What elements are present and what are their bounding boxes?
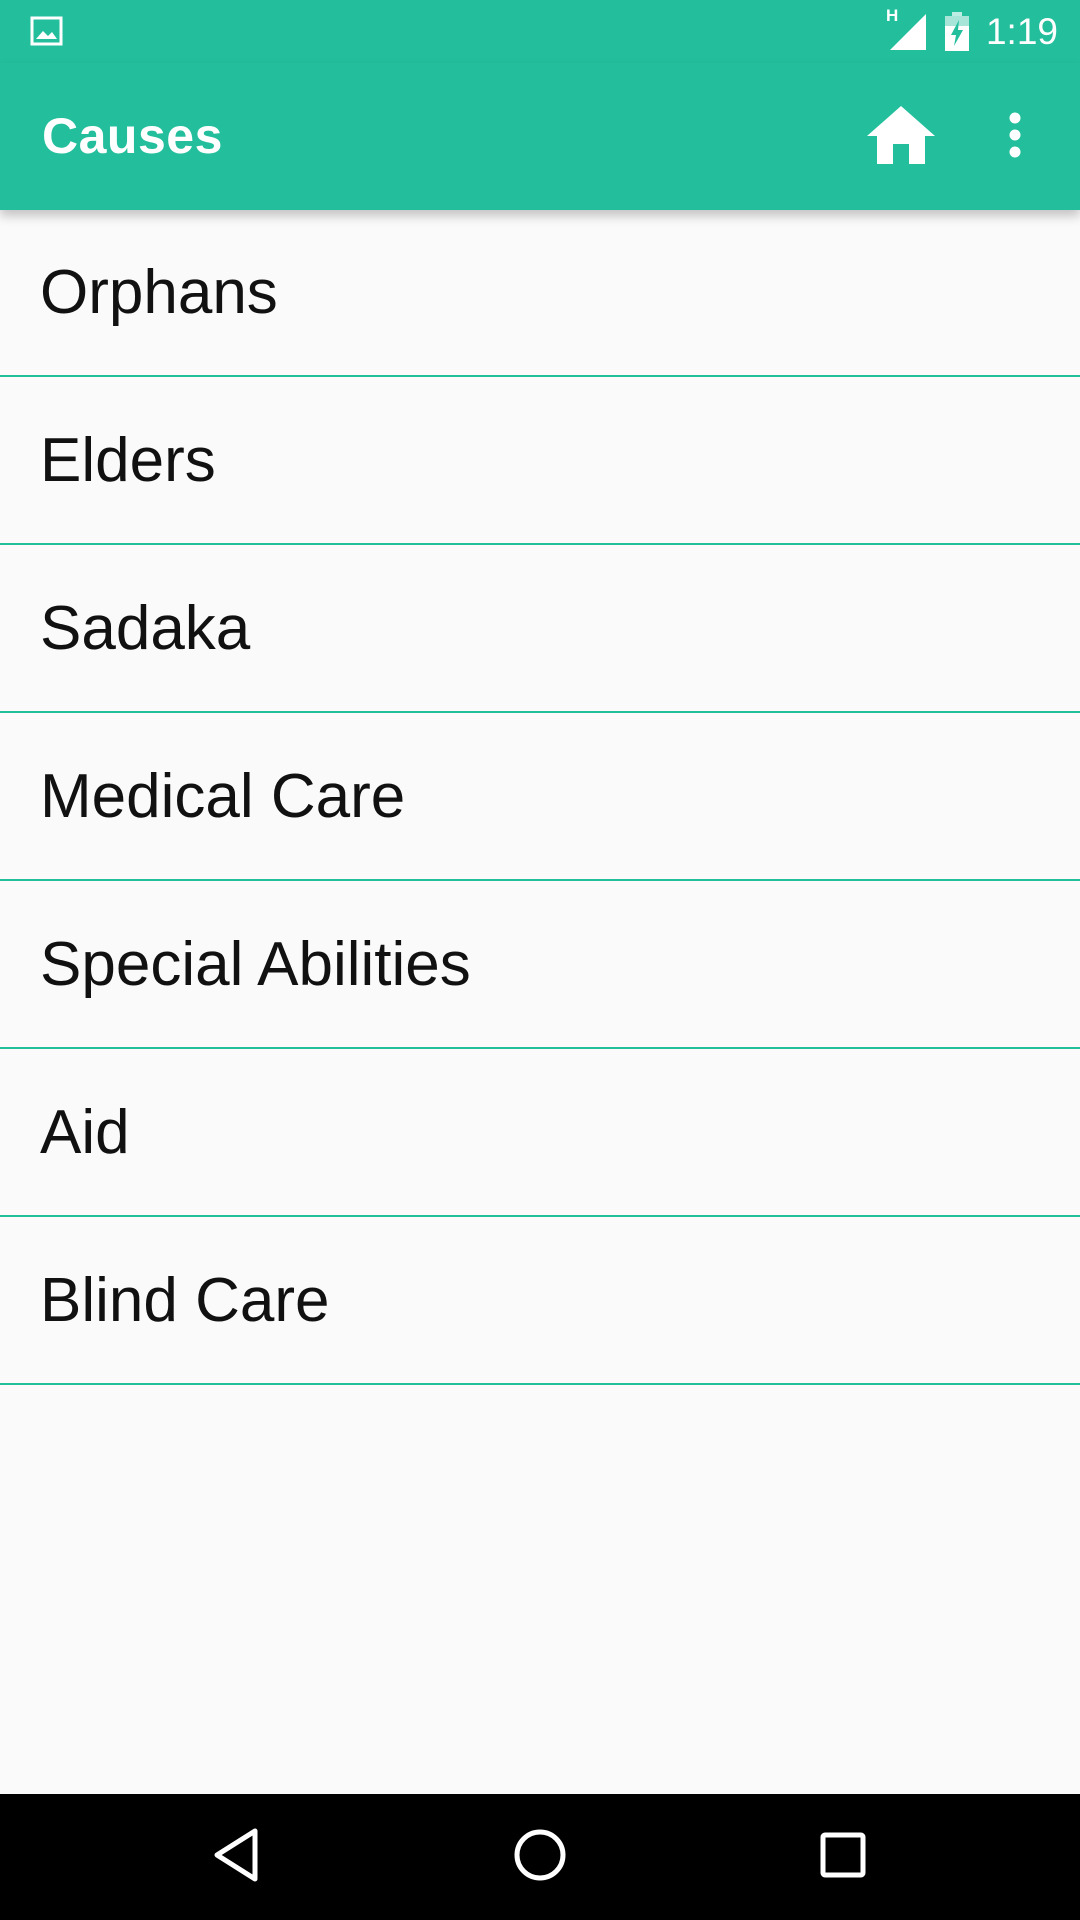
list-item-aid[interactable]: Aid [0, 1049, 1080, 1217]
image-notification-icon [30, 16, 63, 46]
recents-button[interactable] [793, 1812, 893, 1902]
battery-charging-icon [944, 12, 970, 52]
list-item-special-abilities[interactable]: Special Abilities [0, 881, 1080, 1049]
home-icon [865, 104, 937, 171]
recents-icon [820, 1832, 866, 1883]
list-item-label: Elders [40, 425, 216, 495]
causes-list: Orphans Elders Sadaka Medical Care Speci… [0, 210, 1080, 1385]
signal-icon: H [886, 6, 928, 52]
status-icons: H 1:19 [886, 6, 1058, 56]
system-navigation-bar [0, 1794, 1080, 1920]
page-title: Causes [42, 108, 223, 164]
back-icon [213, 1828, 259, 1887]
overflow-menu-button[interactable] [985, 97, 1045, 177]
list-item-label: Orphans [40, 258, 278, 327]
clock-time: 1:19 [985, 11, 1058, 52]
home-button[interactable] [855, 97, 947, 177]
list-item-label: Aid [40, 1097, 130, 1167]
list-item-blind-care[interactable]: Blind Care [0, 1217, 1080, 1385]
list-item-elders[interactable]: Elders [0, 377, 1080, 545]
list-item-sadaka[interactable]: Sadaka [0, 545, 1080, 713]
list-item-medical-care[interactable]: Medical Care [0, 713, 1080, 881]
home-circle-icon [513, 1828, 567, 1887]
status-bar: H 1:19 [0, 0, 1080, 63]
home-nav-button[interactable] [490, 1812, 590, 1902]
list-item-label: Medical Care [40, 761, 406, 831]
overflow-menu-icon [1008, 112, 1022, 163]
list-item-orphans[interactable]: Orphans [0, 210, 1080, 377]
list-item-label: Special Abilities [40, 929, 471, 999]
list-item-label: Sadaka [40, 593, 251, 663]
app-bar: Causes [0, 63, 1080, 210]
back-button[interactable] [186, 1812, 286, 1902]
list-item-label: Blind Care [40, 1265, 330, 1335]
